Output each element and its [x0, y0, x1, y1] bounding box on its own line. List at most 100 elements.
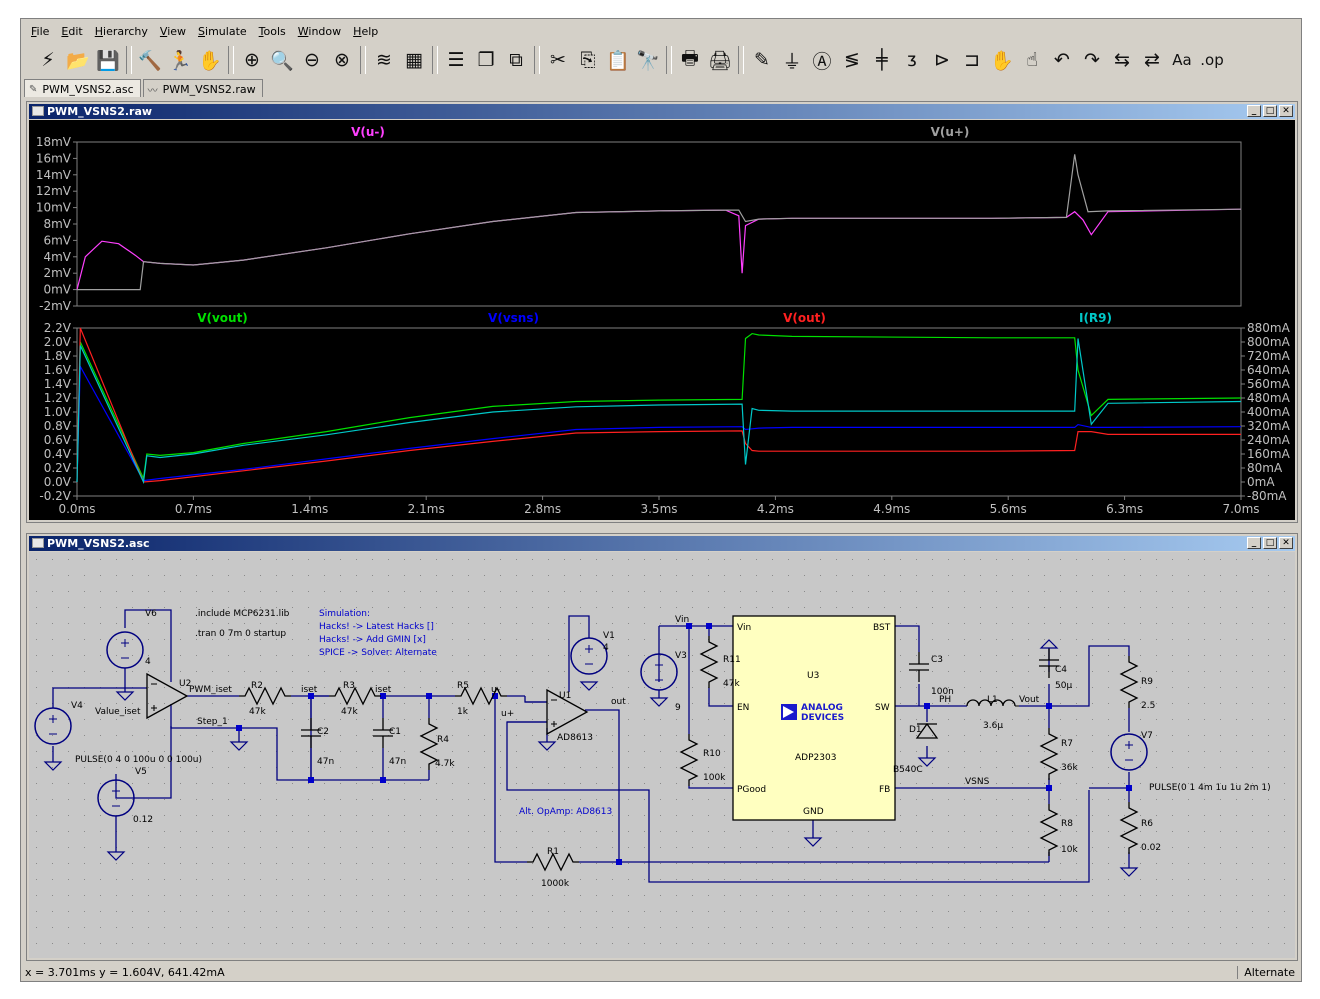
include-directive[interactable]: .include MCP6231.lib	[195, 609, 290, 619]
pin-label: Vin	[737, 623, 751, 633]
control-panel-icon[interactable]: 🔨	[135, 45, 165, 75]
y-tick-label: 14mV	[36, 168, 72, 182]
menu-file[interactable]: File	[25, 25, 55, 38]
print-preview-icon[interactable]: 🖶	[675, 45, 705, 75]
zoom-in-icon[interactable]: ⊕	[237, 45, 267, 75]
find-icon[interactable]: 🔭	[633, 45, 663, 75]
schematic-canvas[interactable]: .include MCP6231.lib .tran 0 7m 0 startu…	[29, 552, 1295, 958]
zoom-out-icon[interactable]: ⊖	[297, 45, 327, 75]
draw-wire-icon[interactable]: ✎	[747, 45, 777, 75]
menu-edit[interactable]: Edit	[55, 25, 88, 38]
alt-opamp-note[interactable]: Alt. OpAmp: AD8613	[519, 807, 612, 817]
trace-v-vsns-[interactable]	[76, 364, 1242, 483]
sim-note-heading[interactable]: Simulation:	[319, 609, 370, 619]
trace-label[interactable]: V(vout)	[197, 311, 248, 325]
probe-icon[interactable]: ▦	[399, 45, 429, 75]
maximize-button[interactable]: □	[1263, 537, 1277, 549]
inductor-icon[interactable]: ᴣ	[897, 45, 927, 75]
v7-pulse-value[interactable]: PULSE(0 1 4m 1u 1u 2m 1)	[1149, 783, 1271, 793]
analog-devices-logo: DEVICES	[801, 713, 844, 723]
open-icon[interactable]: 📂	[63, 45, 93, 75]
x-tick-label: 7.0ms	[1222, 502, 1259, 516]
sim-note-line[interactable]: Hacks! -> Latest Hacks []	[319, 622, 434, 632]
trace-v-u-[interactable]	[77, 154, 1242, 291]
net-label: Step_1	[197, 717, 228, 727]
minimize-button[interactable]: _	[1247, 537, 1261, 549]
text-icon[interactable]: Aa	[1167, 45, 1197, 75]
part-value: 0.02	[1141, 843, 1161, 853]
part-label: C1	[389, 727, 401, 737]
trace-label[interactable]: V(vsns)	[488, 311, 539, 325]
trace-label[interactable]: I(R9)	[1079, 311, 1112, 325]
menu-help[interactable]: Help	[347, 25, 384, 38]
rotate-icon[interactable]: ⇆	[1107, 45, 1137, 75]
y-tick-label: 2mV	[43, 266, 71, 280]
waveform-plot[interactable]: 18mV 16mV 14mV 12mV 10mV 8mV 6mV 4mV 2mV 0mV -2mV V…	[29, 120, 1295, 520]
pin-label: EN	[737, 703, 749, 713]
v4-pulse-value[interactable]: PULSE(0 4 0 100u 0 0 100u)	[75, 755, 202, 765]
part-value: 2.5	[1141, 701, 1155, 711]
window-titlebar[interactable]: PWM_VSNS2.raw _ □ ✕	[29, 104, 1295, 119]
menu-window[interactable]: Window	[292, 25, 347, 38]
undo-icon[interactable]: ↶	[1047, 45, 1077, 75]
net-label: VSNS	[965, 777, 990, 787]
move-icon[interactable]: ✋	[987, 45, 1017, 75]
part-label: C2	[317, 727, 329, 737]
tab-schematic[interactable]: ✎ PWM_VSNS2.asc	[24, 79, 141, 97]
menu-hierarchy[interactable]: Hierarchy	[89, 25, 154, 38]
cascade-icon[interactable]: ❐	[471, 45, 501, 75]
toolbar-separator	[432, 46, 438, 74]
menu-tools[interactable]: Tools	[253, 25, 292, 38]
y-tick-label: 1.0V	[44, 405, 72, 419]
maximize-button[interactable]: □	[1263, 105, 1277, 117]
trace-label[interactable]: V(u+)	[931, 125, 970, 139]
cut-icon[interactable]: ✂	[543, 45, 573, 75]
part-label: U3	[807, 671, 819, 681]
halt-icon[interactable]: ✋	[195, 45, 225, 75]
y2-tick-label: 320mA	[1247, 419, 1291, 433]
close-button[interactable]: ✕	[1279, 105, 1293, 117]
window-titlebar[interactable]: PWM_VSNS2.asc _ □ ✕	[29, 536, 1295, 551]
zoom-pan-icon[interactable]: 🔍	[267, 45, 297, 75]
resistor-icon[interactable]: ≶	[837, 45, 867, 75]
diode-icon[interactable]: ⊳	[927, 45, 957, 75]
paste-icon[interactable]: 📋	[603, 45, 633, 75]
tran-directive[interactable]: .tran 0 7m 0 startup	[195, 629, 286, 639]
trace-v-vout-[interactable]	[76, 332, 1242, 483]
y-tick-label: 2.0V	[44, 335, 72, 349]
save-icon[interactable]: 💾	[93, 45, 123, 75]
tile-horizontal-icon[interactable]: ☰	[441, 45, 471, 75]
part-label: U1	[559, 691, 571, 701]
copy-icon[interactable]: ⎘	[573, 45, 603, 75]
label-net-icon[interactable]: Ⓐ	[807, 45, 837, 75]
drag-icon[interactable]: ☝	[1017, 45, 1047, 75]
redo-icon[interactable]: ↷	[1077, 45, 1107, 75]
trace-label[interactable]: V(out)	[783, 311, 826, 325]
autorange-icon[interactable]: ≋	[369, 45, 399, 75]
trace-i-r9-[interactable]	[76, 338, 1242, 485]
minimize-button[interactable]: _	[1247, 105, 1261, 117]
mirror-icon[interactable]: ⇄	[1137, 45, 1167, 75]
y-tick-label: 12mV	[36, 184, 72, 198]
trace-v-u-[interactable]	[76, 208, 1242, 290]
tile-vertical-icon[interactable]: ⧉	[501, 45, 531, 75]
window-title: PWM_VSNS2.asc	[47, 537, 150, 550]
capacitor-icon[interactable]: ╪	[867, 45, 897, 75]
ltspice-app-window: File Edit Hierarchy View Simulate Tools Window…	[20, 18, 1302, 982]
sim-note-line[interactable]: Hacks! -> Add GMIN [x]	[319, 635, 426, 645]
y2-tick-label: 400mA	[1247, 405, 1291, 419]
print-icon[interactable]: 🖨	[705, 45, 735, 75]
run-sim-icon[interactable]: 🏃	[165, 45, 195, 75]
ground-icon[interactable]: ⏚	[777, 45, 807, 75]
run-icon[interactable]: ⚡	[33, 45, 63, 75]
spice-directive-icon[interactable]: .op	[1197, 45, 1227, 75]
menu-simulate[interactable]: Simulate	[192, 25, 253, 38]
sim-note-line[interactable]: SPICE -> Solver: Alternate	[319, 648, 437, 658]
zoom-fit-icon[interactable]: ⊗	[327, 45, 357, 75]
component-icon[interactable]: ⊐	[957, 45, 987, 75]
trace-label[interactable]: V(u-)	[351, 125, 385, 139]
part-label: D1	[909, 725, 922, 735]
close-button[interactable]: ✕	[1279, 537, 1293, 549]
tab-waveform[interactable]: 〰 PWM_VSNS2.raw	[142, 79, 263, 97]
menu-view[interactable]: View	[154, 25, 192, 38]
